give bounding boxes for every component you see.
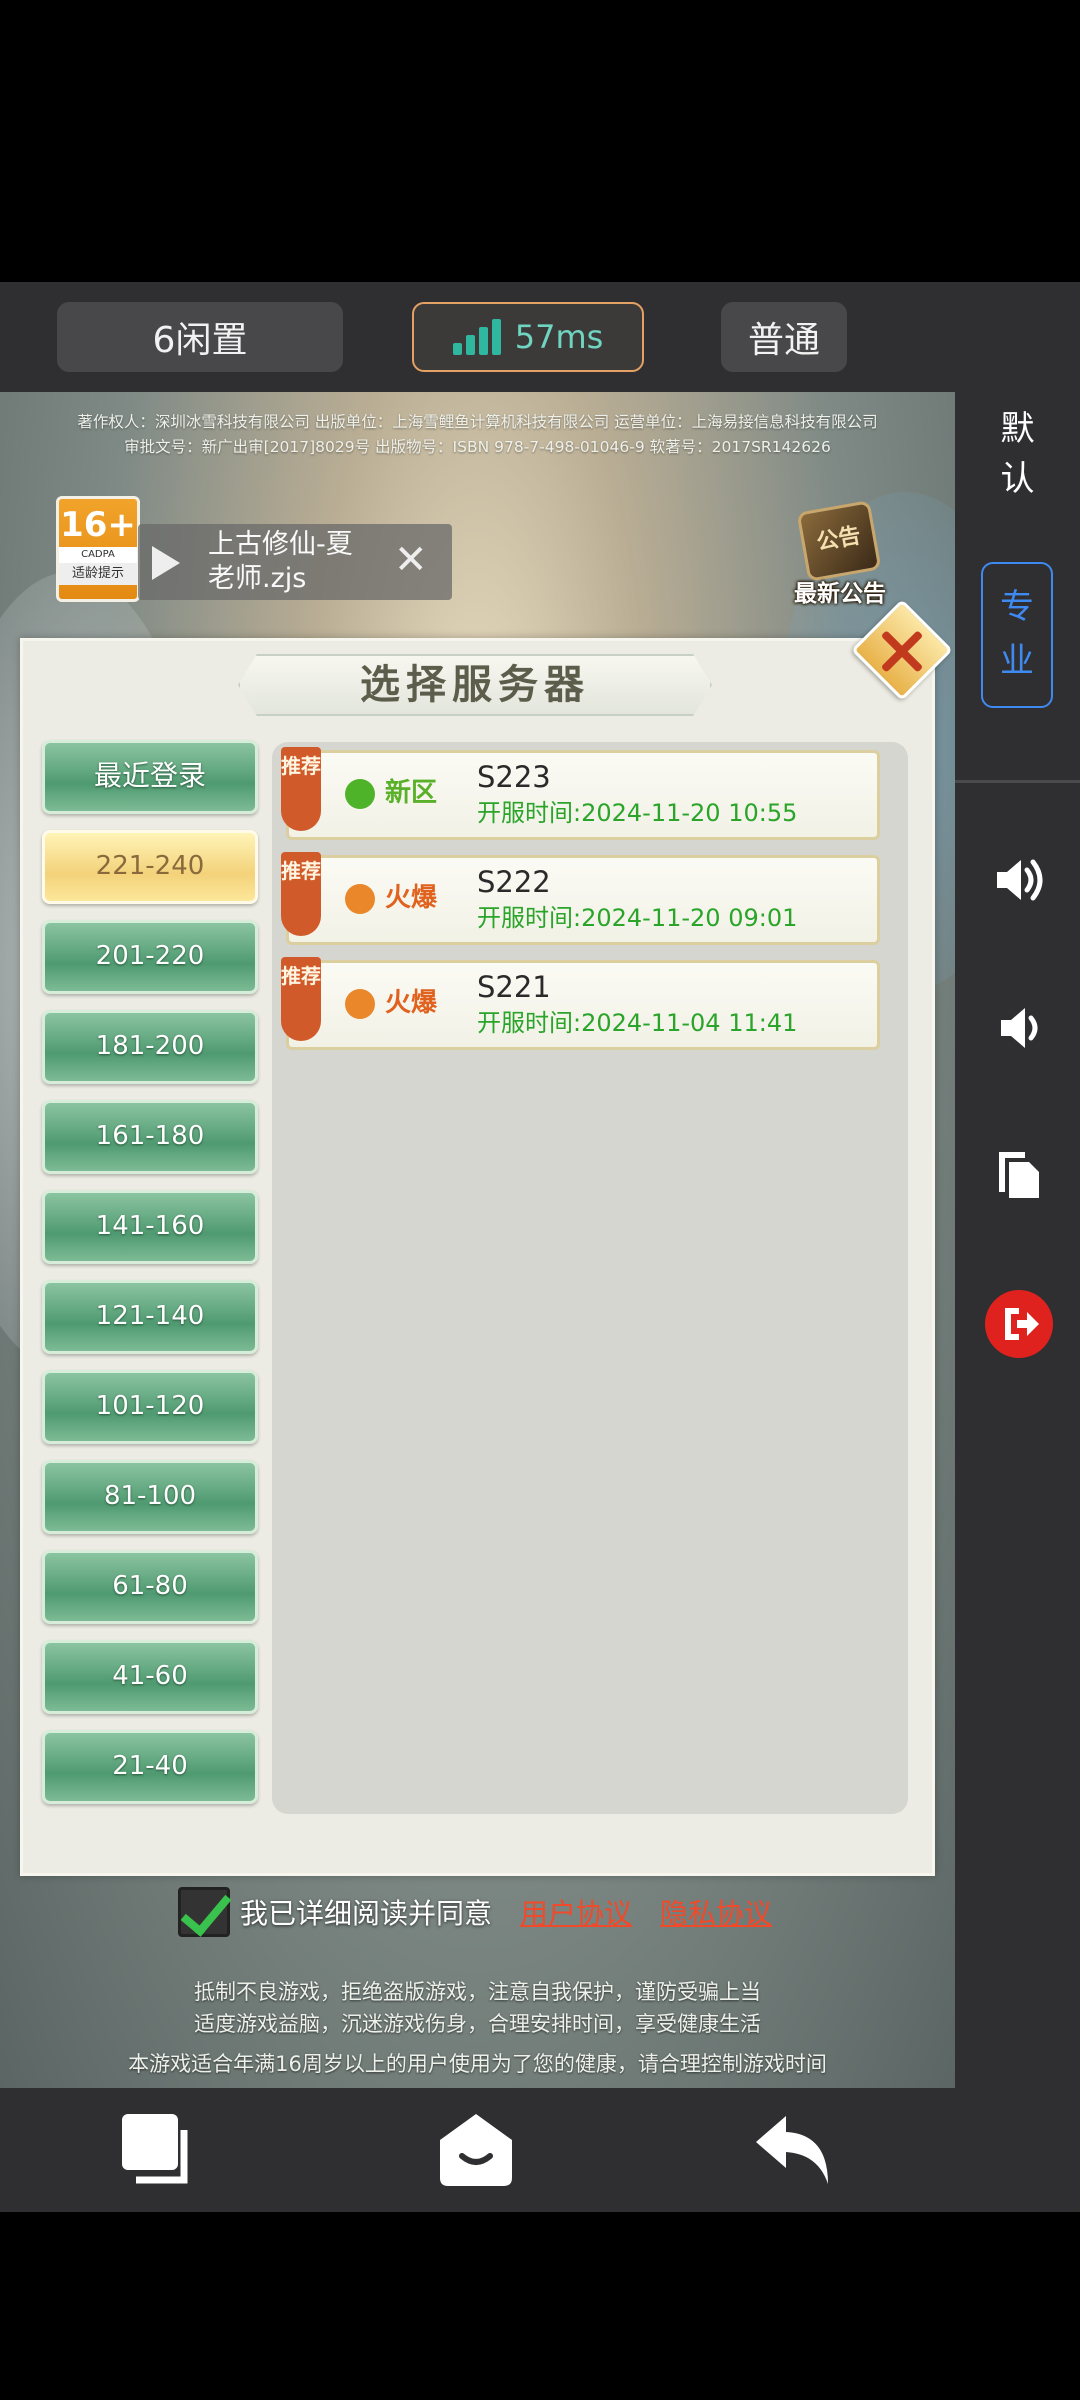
- agreement-row: 我已详细阅读并同意 用户协议 隐私协议: [178, 1886, 772, 1938]
- volume-down-icon[interactable]: [991, 1000, 1047, 1056]
- server-status: 火爆: [385, 988, 438, 1018]
- server-name: S222: [477, 865, 551, 899]
- range-button-active[interactable]: 221-240: [42, 830, 258, 904]
- range-button[interactable]: 201-220: [42, 920, 258, 994]
- range-button[interactable]: 141-160: [42, 1190, 258, 1264]
- panel-title: 选择服务器: [360, 662, 590, 708]
- game-viewport[interactable]: 著作权人：深圳冰雪科技有限公司 出版单位：上海雪鲤鱼计算机科技有限公司 运营单位…: [0, 392, 955, 2088]
- default-mode-char: 默: [1000, 409, 1035, 449]
- back-icon[interactable]: [752, 2110, 832, 2190]
- server-open-time: 开服时间:2024-11-20 09:01: [477, 904, 798, 932]
- ping-pill[interactable]: 57ms: [412, 302, 644, 372]
- server-status: 新区: [385, 778, 438, 808]
- range-button[interactable]: 81-100: [42, 1460, 258, 1534]
- server-open-time: 开服时间:2024-11-20 10:55: [477, 799, 798, 827]
- agreement-text: 我已详细阅读并同意: [240, 1897, 493, 1930]
- ping-label: 57ms: [514, 318, 604, 356]
- video-title: 上古修仙-夏老师.zjs: [208, 529, 353, 594]
- range-button[interactable]: 101-120: [42, 1370, 258, 1444]
- video-chip[interactable]: 上古修仙-夏老师.zjs ✕: [138, 524, 452, 600]
- age-rating-org: CADPA: [59, 547, 137, 563]
- pro-mode-button[interactable]: 专 业: [981, 562, 1053, 708]
- idle-count-label: 6闲置: [152, 320, 248, 361]
- signal-bars-icon: [452, 319, 501, 355]
- range-button[interactable]: 121-140: [42, 1280, 258, 1354]
- pro-mode-char: 业: [1000, 641, 1034, 681]
- health-line-2: 适度游戏益脑，沉迷游戏伤身，合理安排时间，享受健康生活: [194, 2012, 761, 2036]
- server-card[interactable]: 推荐 火爆 S222 开服时间:2024-11-20 09:01: [281, 852, 880, 945]
- copyright-text: 著作权人：深圳冰雪科技有限公司 出版单位：上海雪鲤鱼计算机科技有限公司 运营单位…: [0, 410, 955, 460]
- status-gem-icon: [345, 779, 375, 809]
- side-divider: [955, 780, 1080, 783]
- server-open-time: 开服时间:2024-11-04 11:41: [477, 1009, 798, 1037]
- age-rating-badge[interactable]: 16+ CADPA 适龄提示: [56, 496, 140, 602]
- age-rating-tip: 适龄提示: [59, 563, 137, 585]
- privacy-agreement-link[interactable]: 隐私协议: [660, 1892, 772, 1932]
- volume-up-icon[interactable]: [991, 852, 1047, 908]
- idle-count-pill[interactable]: 6闲置: [57, 302, 343, 372]
- server-list[interactable]: 推荐 新区 S223 开服时间:2024-11-20 10:55 推荐 火爆 S…: [272, 742, 908, 1814]
- play-icon[interactable]: [152, 546, 180, 580]
- copyright-line-2: 审批文号：新广出审[2017]8029号 出版物号：ISBN 978-7-498…: [124, 438, 831, 456]
- recommend-tag: 推荐: [281, 747, 321, 831]
- copy-icon[interactable]: [991, 1146, 1047, 1202]
- range-button[interactable]: 161-180: [42, 1100, 258, 1174]
- range-button[interactable]: 21-40: [42, 1730, 258, 1804]
- server-card[interactable]: 推荐 火爆 S221 开服时间:2024-11-04 11:41: [281, 957, 880, 1050]
- range-button-recent[interactable]: 最近登录: [42, 740, 258, 814]
- pro-mode-char: 专: [1000, 587, 1034, 627]
- recommend-tag: 推荐: [281, 957, 321, 1041]
- agreement-checkbox[interactable]: [178, 1887, 230, 1937]
- latest-notice-button[interactable]: 公告 最新公告: [780, 500, 900, 614]
- health-notice: 抵制不良游戏，拒绝盗版游戏，注意自我保护，谨防受骗上当 适度游戏益脑，沉迷游戏伤…: [0, 1976, 955, 2080]
- server-status: 火爆: [385, 883, 438, 913]
- quality-mode-label: 普通: [747, 320, 820, 361]
- side-control-panel: 默 认 专 业: [955, 392, 1080, 2088]
- default-mode-char: 认: [1000, 459, 1035, 499]
- range-button[interactable]: 181-200: [42, 1010, 258, 1084]
- health-line-1: 抵制不良游戏，拒绝盗版游戏，注意自我保护，谨防受骗上当: [194, 1980, 761, 2004]
- default-mode-button[interactable]: 默 认: [955, 404, 1080, 504]
- latest-notice-label: 最新公告: [794, 581, 886, 607]
- server-card[interactable]: 推荐 新区 S223 开服时间:2024-11-20 10:55: [281, 747, 880, 840]
- age-rating: 16+: [60, 505, 136, 545]
- recommend-tag: 推荐: [281, 852, 321, 936]
- copyright-line-1: 著作权人：深圳冰雪科技有限公司 出版单位：上海雪鲤鱼计算机科技有限公司 运营单位…: [77, 413, 878, 431]
- range-button[interactable]: 41-60: [42, 1640, 258, 1714]
- bottom-nav-bar: [0, 2088, 1080, 2212]
- recent-apps-icon[interactable]: [118, 2110, 198, 2190]
- close-icon[interactable]: ✕: [394, 538, 428, 582]
- exit-icon[interactable]: [985, 1290, 1053, 1358]
- health-line-3: 本游戏适合年满16周岁以上的用户使用为了您的健康，请合理控制游戏时间: [128, 2052, 827, 2076]
- server-name: S221: [477, 970, 551, 1004]
- server-name: S223: [477, 760, 551, 794]
- user-agreement-link[interactable]: 用户协议: [520, 1892, 632, 1932]
- status-gem-icon: [345, 884, 375, 914]
- home-icon[interactable]: [436, 2110, 516, 2190]
- status-gem-icon: [345, 989, 375, 1019]
- range-button[interactable]: 61-80: [42, 1550, 258, 1624]
- top-status-bar: 6闲置 57ms 普通: [0, 282, 1080, 392]
- notice-scroll-icon: 公告: [796, 500, 882, 582]
- quality-mode-pill[interactable]: 普通: [721, 302, 847, 372]
